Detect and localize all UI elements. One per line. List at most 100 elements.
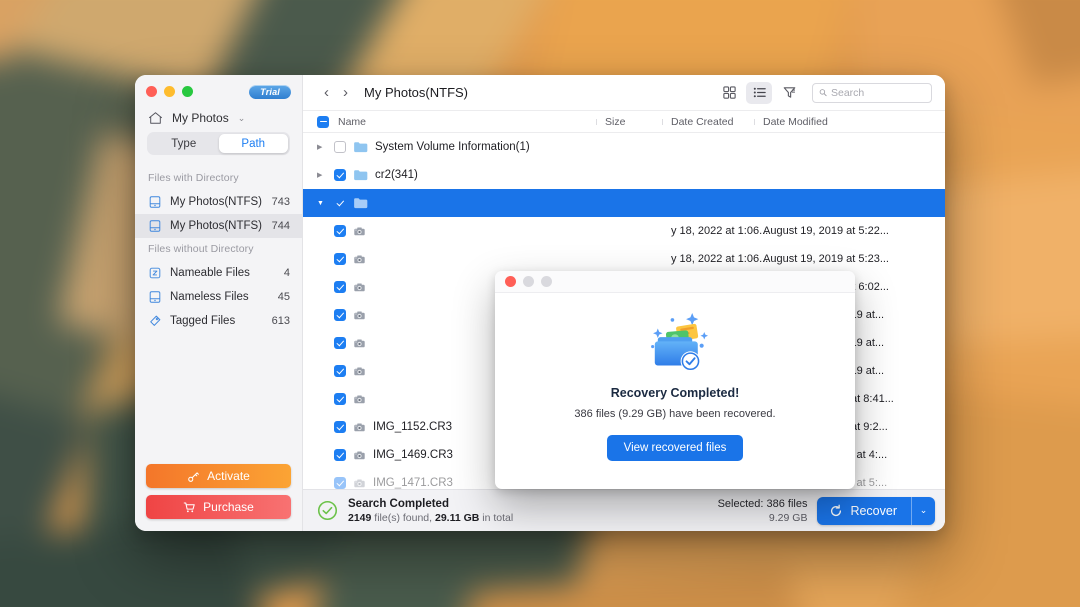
disk-icon: [148, 195, 162, 209]
raw-photo-file-icon: [353, 225, 366, 238]
table-row[interactable]: y 18, 2022 at 1:06... August 19, 2019 at…: [303, 245, 945, 273]
row-name-cell: ▶ cr2(341): [317, 169, 605, 181]
activate-button[interactable]: Activate: [146, 464, 291, 488]
row-name-cell: ▼: [317, 197, 605, 209]
type-path-segmented-control[interactable]: Type Path: [147, 132, 290, 155]
sidebar-item-my-photos-ntfs-744[interactable]: My Photos(NTFS) 744: [135, 214, 302, 238]
sidebar-cta-group: Activate Purchase: [135, 464, 302, 531]
sidebar-item-nameable-files[interactable]: Nameable Files 4: [135, 261, 302, 285]
row-checkbox[interactable]: [334, 281, 346, 293]
forward-button[interactable]: ›: [336, 81, 355, 105]
status-total-size: 29.11 GB: [435, 512, 479, 524]
column-header-date-created[interactable]: Date Created: [671, 116, 763, 128]
recover-button-group: Recover ⌄: [817, 497, 935, 525]
grid-view-button[interactable]: [716, 82, 742, 104]
close-window-button[interactable]: [146, 86, 157, 97]
tag-icon: [148, 314, 162, 328]
column-header-name[interactable]: Name: [317, 116, 605, 128]
section-title: Files without Directory: [135, 238, 302, 261]
segment-type[interactable]: Type: [149, 134, 219, 153]
status-text: Search Completed 2149 file(s) found, 29.…: [348, 498, 513, 524]
table-row[interactable]: ▶ cr2(341): [303, 161, 945, 189]
row-checkbox[interactable]: [334, 477, 346, 489]
row-file-name: IMG_1469.CR3: [373, 449, 453, 461]
sidebar-item-my-photos-ntfs-743[interactable]: My Photos(NTFS) 743: [135, 190, 302, 214]
sidebar-item-count: 45: [278, 291, 290, 303]
sidebar-item-label: My Photos(NTFS): [170, 220, 262, 232]
zoom-window-button[interactable]: [182, 86, 193, 97]
segment-path[interactable]: Path: [219, 134, 289, 153]
sidebar-item-count: 744: [272, 220, 290, 232]
row-checkbox[interactable]: [334, 309, 346, 321]
disk-icon: [148, 290, 162, 304]
trial-badge[interactable]: Trial: [249, 85, 291, 99]
dialog-close-button[interactable]: [505, 276, 516, 287]
row-checkbox[interactable]: [334, 141, 346, 153]
breadcrumb[interactable]: My Photos ⌄: [135, 108, 302, 132]
status-bar: Search Completed 2149 file(s) found, 29.…: [303, 489, 945, 531]
row-date-created: y 18, 2022 at 1:06...: [671, 253, 763, 265]
filter-button[interactable]: [776, 82, 802, 104]
sidebar-spacer: [135, 333, 302, 464]
status-tail-text: in total: [479, 512, 513, 524]
disk-icon: [148, 219, 162, 233]
raw-photo-file-icon: [353, 309, 366, 322]
back-button[interactable]: ‹: [317, 81, 336, 105]
minimize-window-button[interactable]: [164, 86, 175, 97]
dialog-title: Recovery Completed!: [611, 386, 740, 400]
column-header-date-modified[interactable]: Date Modified: [763, 116, 901, 128]
row-checkbox[interactable]: [334, 225, 346, 237]
sidebar-item-tagged-files[interactable]: Tagged Files 613: [135, 309, 302, 333]
table-header: Name Size Date Created Date Modified: [303, 111, 945, 133]
view-recovered-files-button[interactable]: View recovered files: [607, 435, 744, 461]
table-row[interactable]: y 18, 2022 at 1:06... August 19, 2019 at…: [303, 217, 945, 245]
row-checkbox[interactable]: [334, 337, 346, 349]
expand-triangle-icon[interactable]: ▶: [317, 143, 327, 151]
row-checkbox[interactable]: [334, 169, 346, 181]
sidebar-section-files-with-directory: Files with Directory My Photos(NTFS) 743…: [135, 167, 302, 238]
row-file-name: IMG_1471.CR3: [373, 477, 453, 489]
toolbar-right-group: [716, 82, 932, 104]
expand-triangle-icon[interactable]: ▶: [317, 171, 327, 179]
row-checkbox[interactable]: [334, 197, 346, 209]
select-all-checkbox[interactable]: [317, 116, 329, 128]
selected-files-size: 9.29 GB: [718, 512, 808, 524]
search-input[interactable]: [831, 87, 925, 99]
collapse-triangle-icon[interactable]: ▼: [317, 200, 327, 207]
breadcrumb-label: My Photos: [172, 111, 229, 125]
home-icon: [148, 111, 163, 125]
sidebar-item-label: Nameless Files: [170, 291, 249, 303]
table-row[interactable]: ▶ System Volume Information(1): [303, 133, 945, 161]
key-icon: [187, 470, 200, 483]
refresh-icon: [829, 504, 843, 518]
chevron-down-icon: ⌄: [238, 113, 246, 124]
row-name-cell: [317, 225, 605, 238]
status-subtitle: 2149 file(s) found, 29.11 GB in total: [348, 512, 513, 524]
status-file-count: 2149: [348, 512, 371, 524]
row-checkbox[interactable]: [334, 253, 346, 265]
sidebar-item-nameless-files[interactable]: Nameless Files 45: [135, 285, 302, 309]
row-checkbox[interactable]: [334, 421, 346, 433]
search-box[interactable]: [812, 83, 932, 103]
folder-icon: [353, 197, 368, 209]
purchase-button[interactable]: Purchase: [146, 495, 291, 519]
recover-button[interactable]: Recover: [817, 497, 911, 525]
row-file-name: cr2(341): [375, 169, 418, 181]
sidebar-item-count: 613: [272, 315, 290, 327]
table-row[interactable]: ▼: [303, 189, 945, 217]
search-icon: [819, 88, 827, 97]
folder-icon: [353, 141, 368, 153]
cart-icon: [183, 501, 196, 514]
row-checkbox[interactable]: [334, 449, 346, 461]
nameable-file-icon: [148, 266, 162, 280]
sidebar-item-count: 743: [272, 196, 290, 208]
app-window: Trial My Photos ⌄ Type Path Files with D…: [135, 75, 945, 531]
selection-info: Selected: 386 files 9.29 GB: [718, 498, 808, 524]
row-checkbox[interactable]: [334, 365, 346, 377]
list-view-button[interactable]: [746, 82, 772, 104]
raw-photo-file-icon: [353, 421, 366, 434]
row-checkbox[interactable]: [334, 393, 346, 405]
raw-photo-file-icon: [353, 477, 366, 490]
recover-dropdown-button[interactable]: ⌄: [911, 497, 935, 525]
row-name-cell: ▶ System Volume Information(1): [317, 141, 605, 153]
